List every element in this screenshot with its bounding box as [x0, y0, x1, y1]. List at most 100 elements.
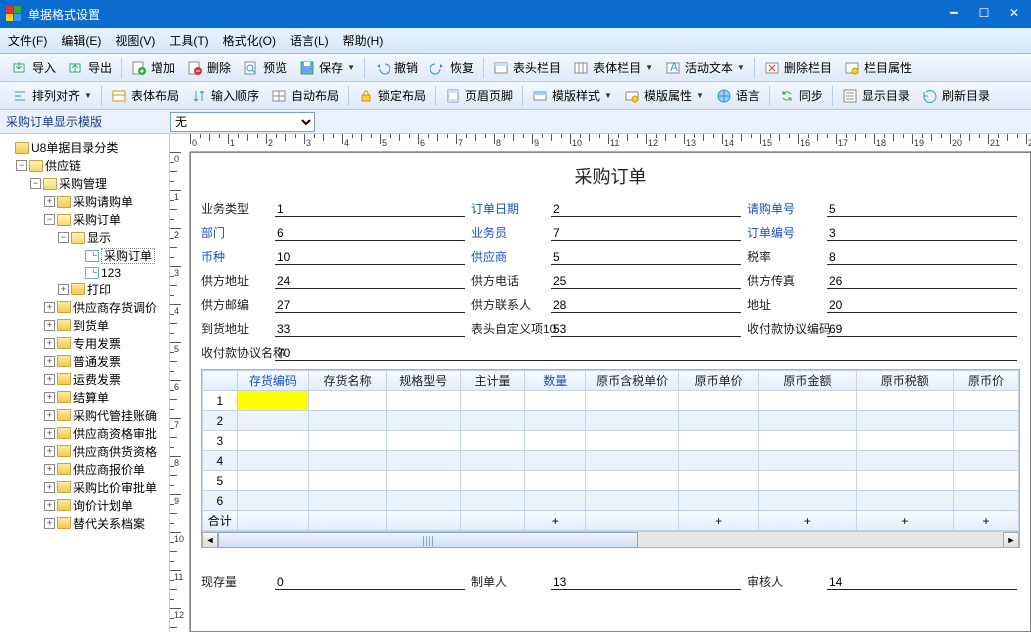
- grid-cell[interactable]: 6: [203, 491, 238, 511]
- col-prop-button[interactable]: 栏目属性: [838, 57, 918, 78]
- expand-toggle[interactable]: +: [44, 500, 55, 511]
- scroll-right-button[interactable]: ►: [1003, 532, 1019, 548]
- grid-cell[interactable]: 1: [203, 391, 238, 411]
- expand-toggle[interactable]: −: [58, 232, 69, 243]
- grid-cell[interactable]: [759, 411, 856, 431]
- export-button[interactable]: 导出: [62, 57, 118, 78]
- grid-cell[interactable]: [759, 391, 856, 411]
- field-label[interactable]: 收付款协议名称: [201, 343, 269, 361]
- expand-toggle[interactable]: +: [58, 284, 69, 295]
- expand-toggle[interactable]: +: [44, 196, 55, 207]
- expand-toggle[interactable]: +: [44, 320, 55, 331]
- tree-item[interactable]: 显示: [87, 231, 111, 245]
- table-row[interactable]: 2: [203, 411, 1019, 431]
- expand-toggle[interactable]: +: [44, 446, 55, 457]
- grid-header-cell[interactable]: 原币含税单价: [586, 371, 679, 391]
- field-label[interactable]: 订单编号: [747, 223, 821, 241]
- grid-cell[interactable]: [237, 431, 308, 451]
- preview-button[interactable]: 预览: [237, 57, 293, 78]
- grid-cell[interactable]: [309, 411, 387, 431]
- grid-cell[interactable]: [525, 391, 586, 411]
- del-col-button[interactable]: 删除栏目: [758, 57, 838, 78]
- field-label[interactable]: 供方地址: [201, 271, 269, 289]
- save-button[interactable]: 保存▼: [293, 57, 361, 78]
- import-button[interactable]: 导入: [6, 57, 62, 78]
- grid-cell[interactable]: [759, 451, 856, 471]
- tree-root[interactable]: U8单据目录分类: [31, 141, 118, 155]
- tree-node[interactable]: 采购管理: [59, 177, 107, 191]
- tree-item[interactable]: 供应商存货调价: [73, 301, 157, 315]
- dropdown-icon[interactable]: ▼: [645, 63, 653, 72]
- field-value[interactable]: 13: [551, 572, 741, 590]
- table-row[interactable]: 1: [203, 391, 1019, 411]
- grid-cell[interactable]: [525, 431, 586, 451]
- scroll-thumb[interactable]: [218, 532, 638, 548]
- field-value[interactable]: 8: [827, 247, 1017, 265]
- grid-cell[interactable]: [309, 431, 387, 451]
- field-label[interactable]: 部门: [201, 223, 269, 241]
- grid-cell[interactable]: [856, 471, 953, 491]
- tree-item[interactable]: 替代关系档案: [73, 517, 145, 531]
- tree-item[interactable]: 普通发票: [73, 355, 121, 369]
- grid-cell[interactable]: [386, 431, 460, 451]
- active-text-button[interactable]: A活动文本▼: [659, 57, 751, 78]
- grid-cell[interactable]: 2: [203, 411, 238, 431]
- minimize-button[interactable]: ━: [943, 6, 965, 22]
- refresh-toc-button[interactable]: 刷新目录: [916, 85, 996, 106]
- input-order-button[interactable]: 输入顺序: [185, 85, 265, 106]
- page-hf-button[interactable]: 页眉页脚: [439, 85, 519, 106]
- grid-cell[interactable]: [460, 451, 525, 471]
- menu-help[interactable]: 帮助(H): [343, 32, 384, 49]
- tree-item[interactable]: 采购请购单: [73, 195, 133, 209]
- grid-cell[interactable]: [679, 411, 759, 431]
- field-value[interactable]: 14: [827, 572, 1017, 590]
- grid-cell[interactable]: [237, 411, 308, 431]
- tree-item[interactable]: 专用发票: [73, 337, 121, 351]
- field-value[interactable]: 5: [551, 247, 741, 265]
- field-label[interactable]: 审核人: [747, 572, 821, 590]
- grid-cell[interactable]: [759, 431, 856, 451]
- tree-item[interactable]: 运费发票: [73, 373, 121, 387]
- grid-cell[interactable]: [525, 451, 586, 471]
- field-label[interactable]: 到货地址: [201, 319, 269, 337]
- menu-view[interactable]: 视图(V): [115, 32, 155, 49]
- grid-cell[interactable]: [237, 451, 308, 471]
- tree-item[interactable]: 供应商资格审批: [73, 427, 157, 441]
- tree-pane[interactable]: U8单据目录分类 −供应链 −采购管理 +采购请购单 −采购订单 −显示: [0, 134, 170, 632]
- grid-cell[interactable]: [525, 471, 586, 491]
- tree-item[interactable]: 到货单: [73, 319, 109, 333]
- close-button[interactable]: ✕: [1003, 6, 1025, 22]
- tree-item[interactable]: 打印: [87, 283, 111, 297]
- field-label[interactable]: 供方电话: [471, 271, 545, 289]
- dropdown-icon[interactable]: ▼: [737, 63, 745, 72]
- expand-toggle[interactable]: +: [44, 302, 55, 313]
- grid-cell[interactable]: 3: [203, 431, 238, 451]
- grid-cell[interactable]: [386, 471, 460, 491]
- tree-item[interactable]: 采购订单: [73, 213, 121, 227]
- grid-cell[interactable]: [953, 451, 1018, 471]
- field-value[interactable]: 5: [827, 199, 1017, 217]
- grid-cell[interactable]: [460, 391, 525, 411]
- field-value[interactable]: 24: [275, 271, 465, 289]
- field-label[interactable]: 收付款协议编码: [747, 319, 821, 337]
- grid-cell[interactable]: [759, 491, 856, 511]
- grid-cell[interactable]: [309, 491, 387, 511]
- auto-layout-button[interactable]: 自动布局: [265, 85, 345, 106]
- field-value[interactable]: 3: [827, 223, 1017, 241]
- grid-cell[interactable]: [953, 391, 1018, 411]
- grid-header-cell[interactable]: 规格型号: [386, 371, 460, 391]
- field-value[interactable]: 25: [551, 271, 741, 289]
- table-row[interactable]: 4: [203, 451, 1019, 471]
- field-value[interactable]: 1: [275, 199, 465, 217]
- grid-cell[interactable]: [386, 411, 460, 431]
- dropdown-icon[interactable]: ▼: [604, 91, 612, 100]
- dropdown-icon[interactable]: ▼: [696, 91, 704, 100]
- grid-header-cell[interactable]: 数量: [525, 371, 586, 391]
- grid-cell[interactable]: [679, 491, 759, 511]
- undo-button[interactable]: 撤销: [368, 57, 424, 78]
- expand-toggle[interactable]: +: [44, 518, 55, 529]
- grid-header-cell[interactable]: 原币金额: [759, 371, 856, 391]
- tree-item[interactable]: 询价计划单: [73, 499, 133, 513]
- maximize-button[interactable]: ☐: [973, 6, 995, 22]
- tree-item-selected[interactable]: 采购订单: [101, 248, 155, 264]
